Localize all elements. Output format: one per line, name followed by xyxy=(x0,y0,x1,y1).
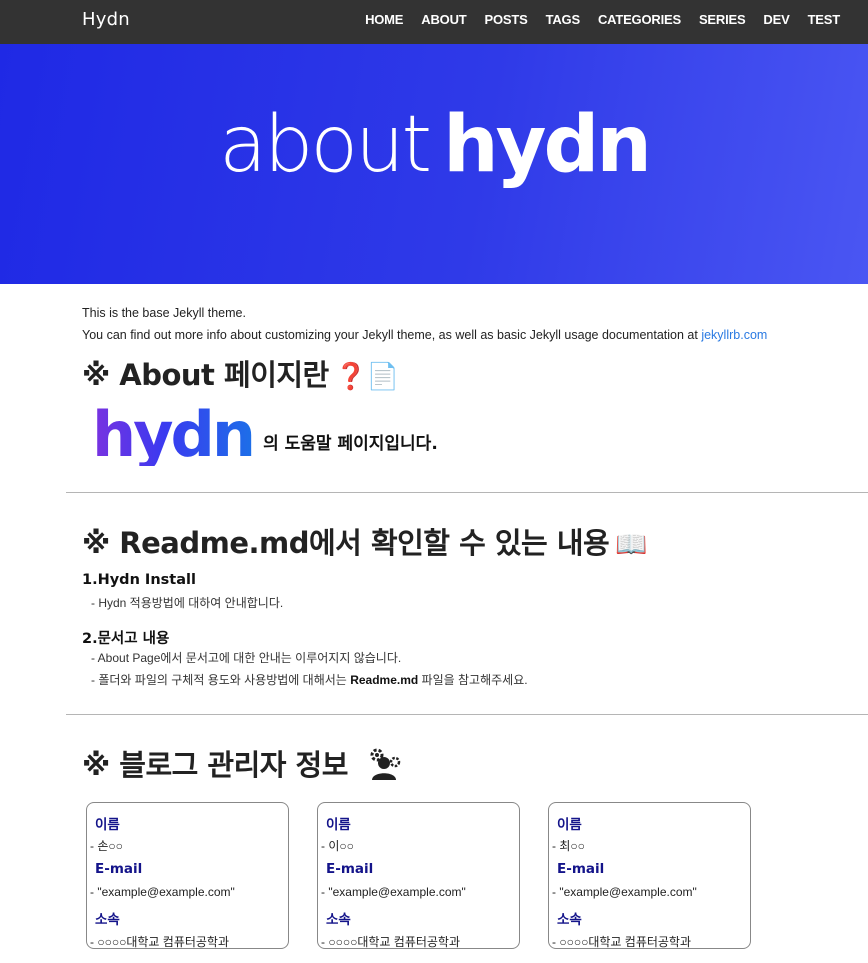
intro-line-1: This is the base Jekyll theme. xyxy=(82,306,246,320)
nav-tags[interactable]: TAGS xyxy=(546,12,581,27)
affiliation-value: - ○○○○대학교 컴퓨터공학과 xyxy=(90,935,230,949)
logo-suffix-text: 의 도움말 페이지입니다. xyxy=(263,434,438,454)
section-readme-heading: ※ Readme.md에서 확인할 수 있는 내용 📖 xyxy=(82,520,648,562)
question-memo-icon: ❓📄 xyxy=(334,362,399,392)
section-readme-title: ※ Readme.md에서 확인할 수 있는 내용 xyxy=(82,526,610,560)
item-desc-install: - Hydn 적용방법에 대하여 안내합니다. xyxy=(91,596,284,610)
affiliation-label: 소속 xyxy=(557,912,582,928)
section-about-title: ※ About 페이지란 xyxy=(82,358,329,392)
name-value: - 최○○ xyxy=(552,839,585,853)
hero-title: about hydn xyxy=(0,106,868,184)
nav-home[interactable]: HOME xyxy=(365,12,403,27)
divider xyxy=(66,492,868,493)
email-label: E-mail xyxy=(95,861,143,877)
name-label: 이름 xyxy=(557,817,582,833)
intro-line-2-text: You can find out more info about customi… xyxy=(82,328,702,342)
section-admin-title: ※ 블로그 관리자 정보 xyxy=(82,748,348,782)
name-value: - 손○○ xyxy=(90,839,123,853)
nav-categories[interactable]: CATEGORIES xyxy=(598,12,681,27)
nav-series[interactable]: SERIES xyxy=(699,12,746,27)
open-book-icon: 📖 xyxy=(615,530,648,560)
admin-card: 이름 - 이○○ E-mail - "example@example.com" … xyxy=(317,802,520,949)
main-nav: HOME ABOUT POSTS TAGS CATEGORIES SERIES … xyxy=(347,12,840,27)
hydn-logo-line: hydn 의 도움말 페이지입니다. xyxy=(92,404,438,466)
nav-dev[interactable]: DEV xyxy=(763,12,789,27)
affiliation-label: 소속 xyxy=(326,912,351,928)
nav-test[interactable]: TEST xyxy=(808,12,841,27)
email-label: E-mail xyxy=(557,861,605,877)
name-value: - 이○○ xyxy=(321,839,354,853)
hero-title-bold: hydn xyxy=(443,100,652,190)
top-navigation-bar: Hydn HOME ABOUT POSTS TAGS CATEGORIES SE… xyxy=(0,0,868,44)
email-value: - "example@example.com" xyxy=(552,885,697,899)
hero-banner: about hydn xyxy=(0,44,868,284)
admin-card: 이름 - 최○○ E-mail - "example@example.com" … xyxy=(548,802,751,949)
nav-posts[interactable]: POSTS xyxy=(485,12,528,27)
name-label: 이름 xyxy=(95,817,120,833)
section-admin-heading: ※ 블로그 관리자 정보 xyxy=(82,742,402,788)
hero-title-light: about xyxy=(219,100,432,190)
nav-about[interactable]: ABOUT xyxy=(421,12,466,27)
email-label: E-mail xyxy=(326,861,374,877)
jekyllrb-link[interactable]: jekyllrb.com xyxy=(701,328,767,342)
item-title-install: 1.Hydn Install xyxy=(82,572,196,588)
intro-text: This is the base Jekyll theme. You can f… xyxy=(82,302,767,346)
affiliation-value: - ○○○○대학교 컴퓨터공학과 xyxy=(321,935,461,949)
docs-2-suffix: 파일을 참고해주세요. xyxy=(418,673,528,687)
item-desc-docs-1: - About Page에서 문서고에 대한 안내는 이루어지지 않습니다. xyxy=(91,651,402,665)
site-brand-link[interactable]: Hydn xyxy=(82,9,130,30)
readme-file-name: Readme.md xyxy=(350,673,419,687)
hydn-logo: hydn xyxy=(92,398,256,471)
email-value: - "example@example.com" xyxy=(321,885,466,899)
docs-2-prefix: - 폴더와 파일의 구체적 용도와 사용방법에 대해서는 xyxy=(91,673,351,687)
divider xyxy=(66,714,868,715)
admin-card: 이름 - 손○○ E-mail - "example@example.com" … xyxy=(86,802,289,949)
affiliation-value: - ○○○○대학교 컴퓨터공학과 xyxy=(552,935,692,949)
section-about-heading: ※ About 페이지란 ❓📄 xyxy=(82,352,399,394)
item-desc-docs-2: - 폴더와 파일의 구체적 용도와 사용방법에 대해서는 Readme.md 파… xyxy=(91,671,528,688)
admin-gears-icon xyxy=(368,747,402,788)
item-title-docs: 2.문서고 내용 xyxy=(82,631,170,647)
intro-line-2: You can find out more info about customi… xyxy=(82,324,767,346)
name-label: 이름 xyxy=(326,817,351,833)
email-value: - "example@example.com" xyxy=(90,885,235,899)
affiliation-label: 소속 xyxy=(95,912,120,928)
